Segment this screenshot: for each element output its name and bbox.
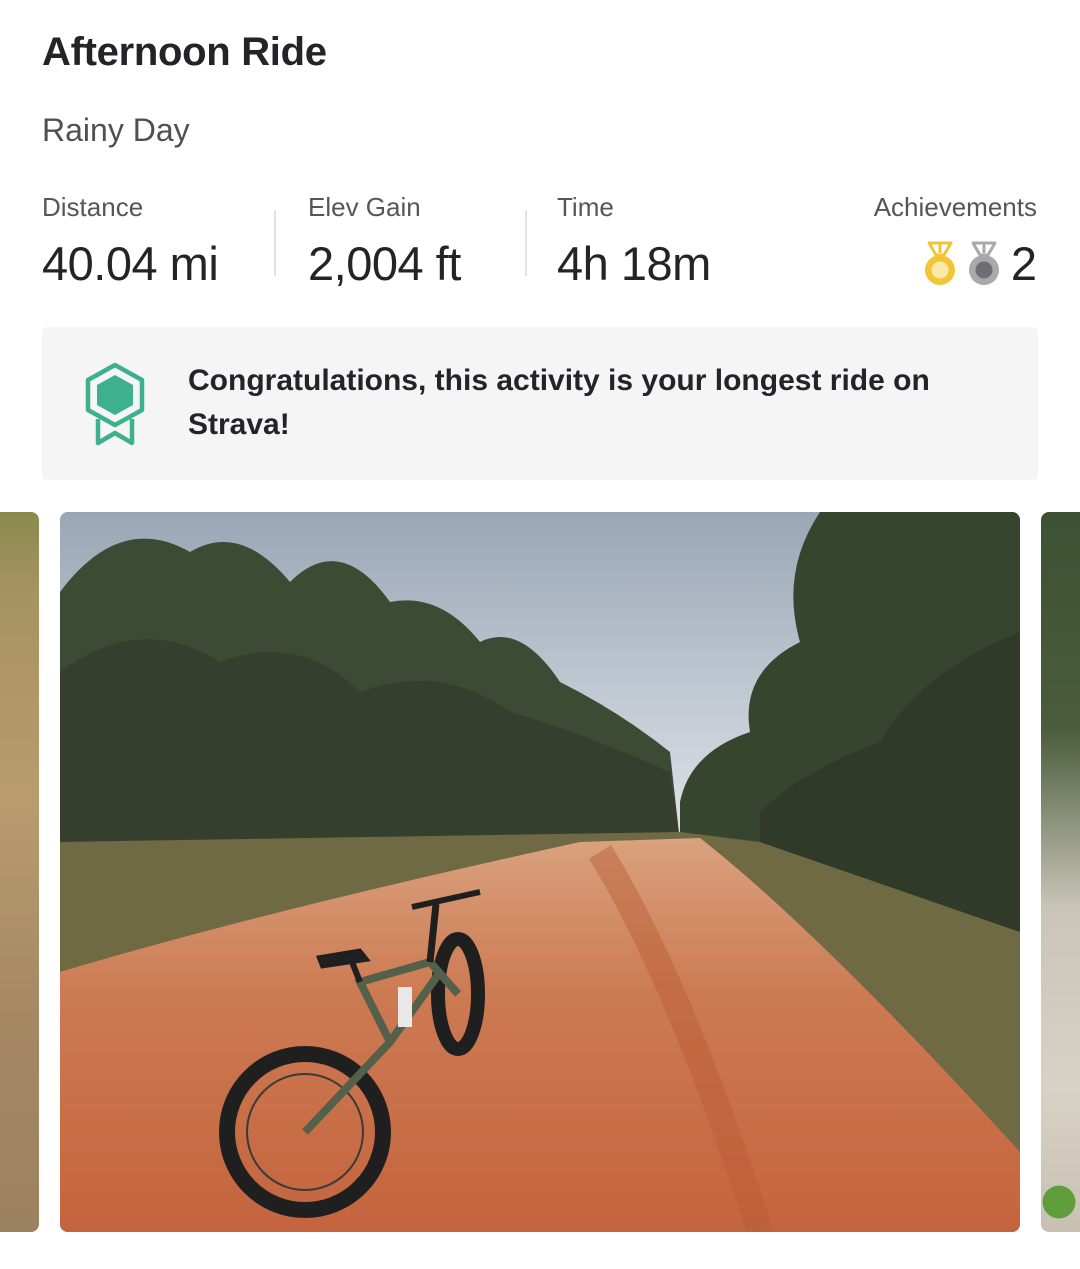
photo-next[interactable] [1041,512,1080,1232]
stat-divider [525,210,527,276]
activity-description: Rainy Day [42,112,190,148]
stat-elev-gain: Elev Gain 2,004 ft [308,190,461,292]
activity-photo[interactable] [60,512,1020,1232]
achievement-banner[interactable]: Congratulations, this activity is your l… [42,327,1038,480]
stat-distance: Distance 40.04 mi [42,190,219,292]
activity-title: Afternoon Ride [42,30,327,74]
trail-bike-photo [60,512,1020,1232]
achievements-count: 2 [1010,237,1037,290]
silver-medal-icon [968,241,999,285]
achievements-label: Achievements [873,192,1037,222]
stat-time: Time 4h 18m [557,190,711,292]
stat-achievements[interactable]: Achievements 2 [874,190,1037,292]
photo-previous[interactable] [0,512,39,1232]
achievement-badge-icon [85,362,145,446]
elev-gain-label: Elev Gain [308,192,421,222]
gold-medal-icon [924,241,955,285]
achievements-row[interactable]: 2 [874,236,1037,292]
distance-value: 40.04 mi [42,237,219,290]
time-label: Time [557,192,614,222]
elev-gain-value: 2,004 ft [308,237,461,290]
distance-label: Distance [42,192,144,222]
time-value: 4h 18m [557,237,711,290]
stat-divider [274,210,276,276]
achievement-banner-text: Congratulations, this activity is your l… [188,364,930,441]
